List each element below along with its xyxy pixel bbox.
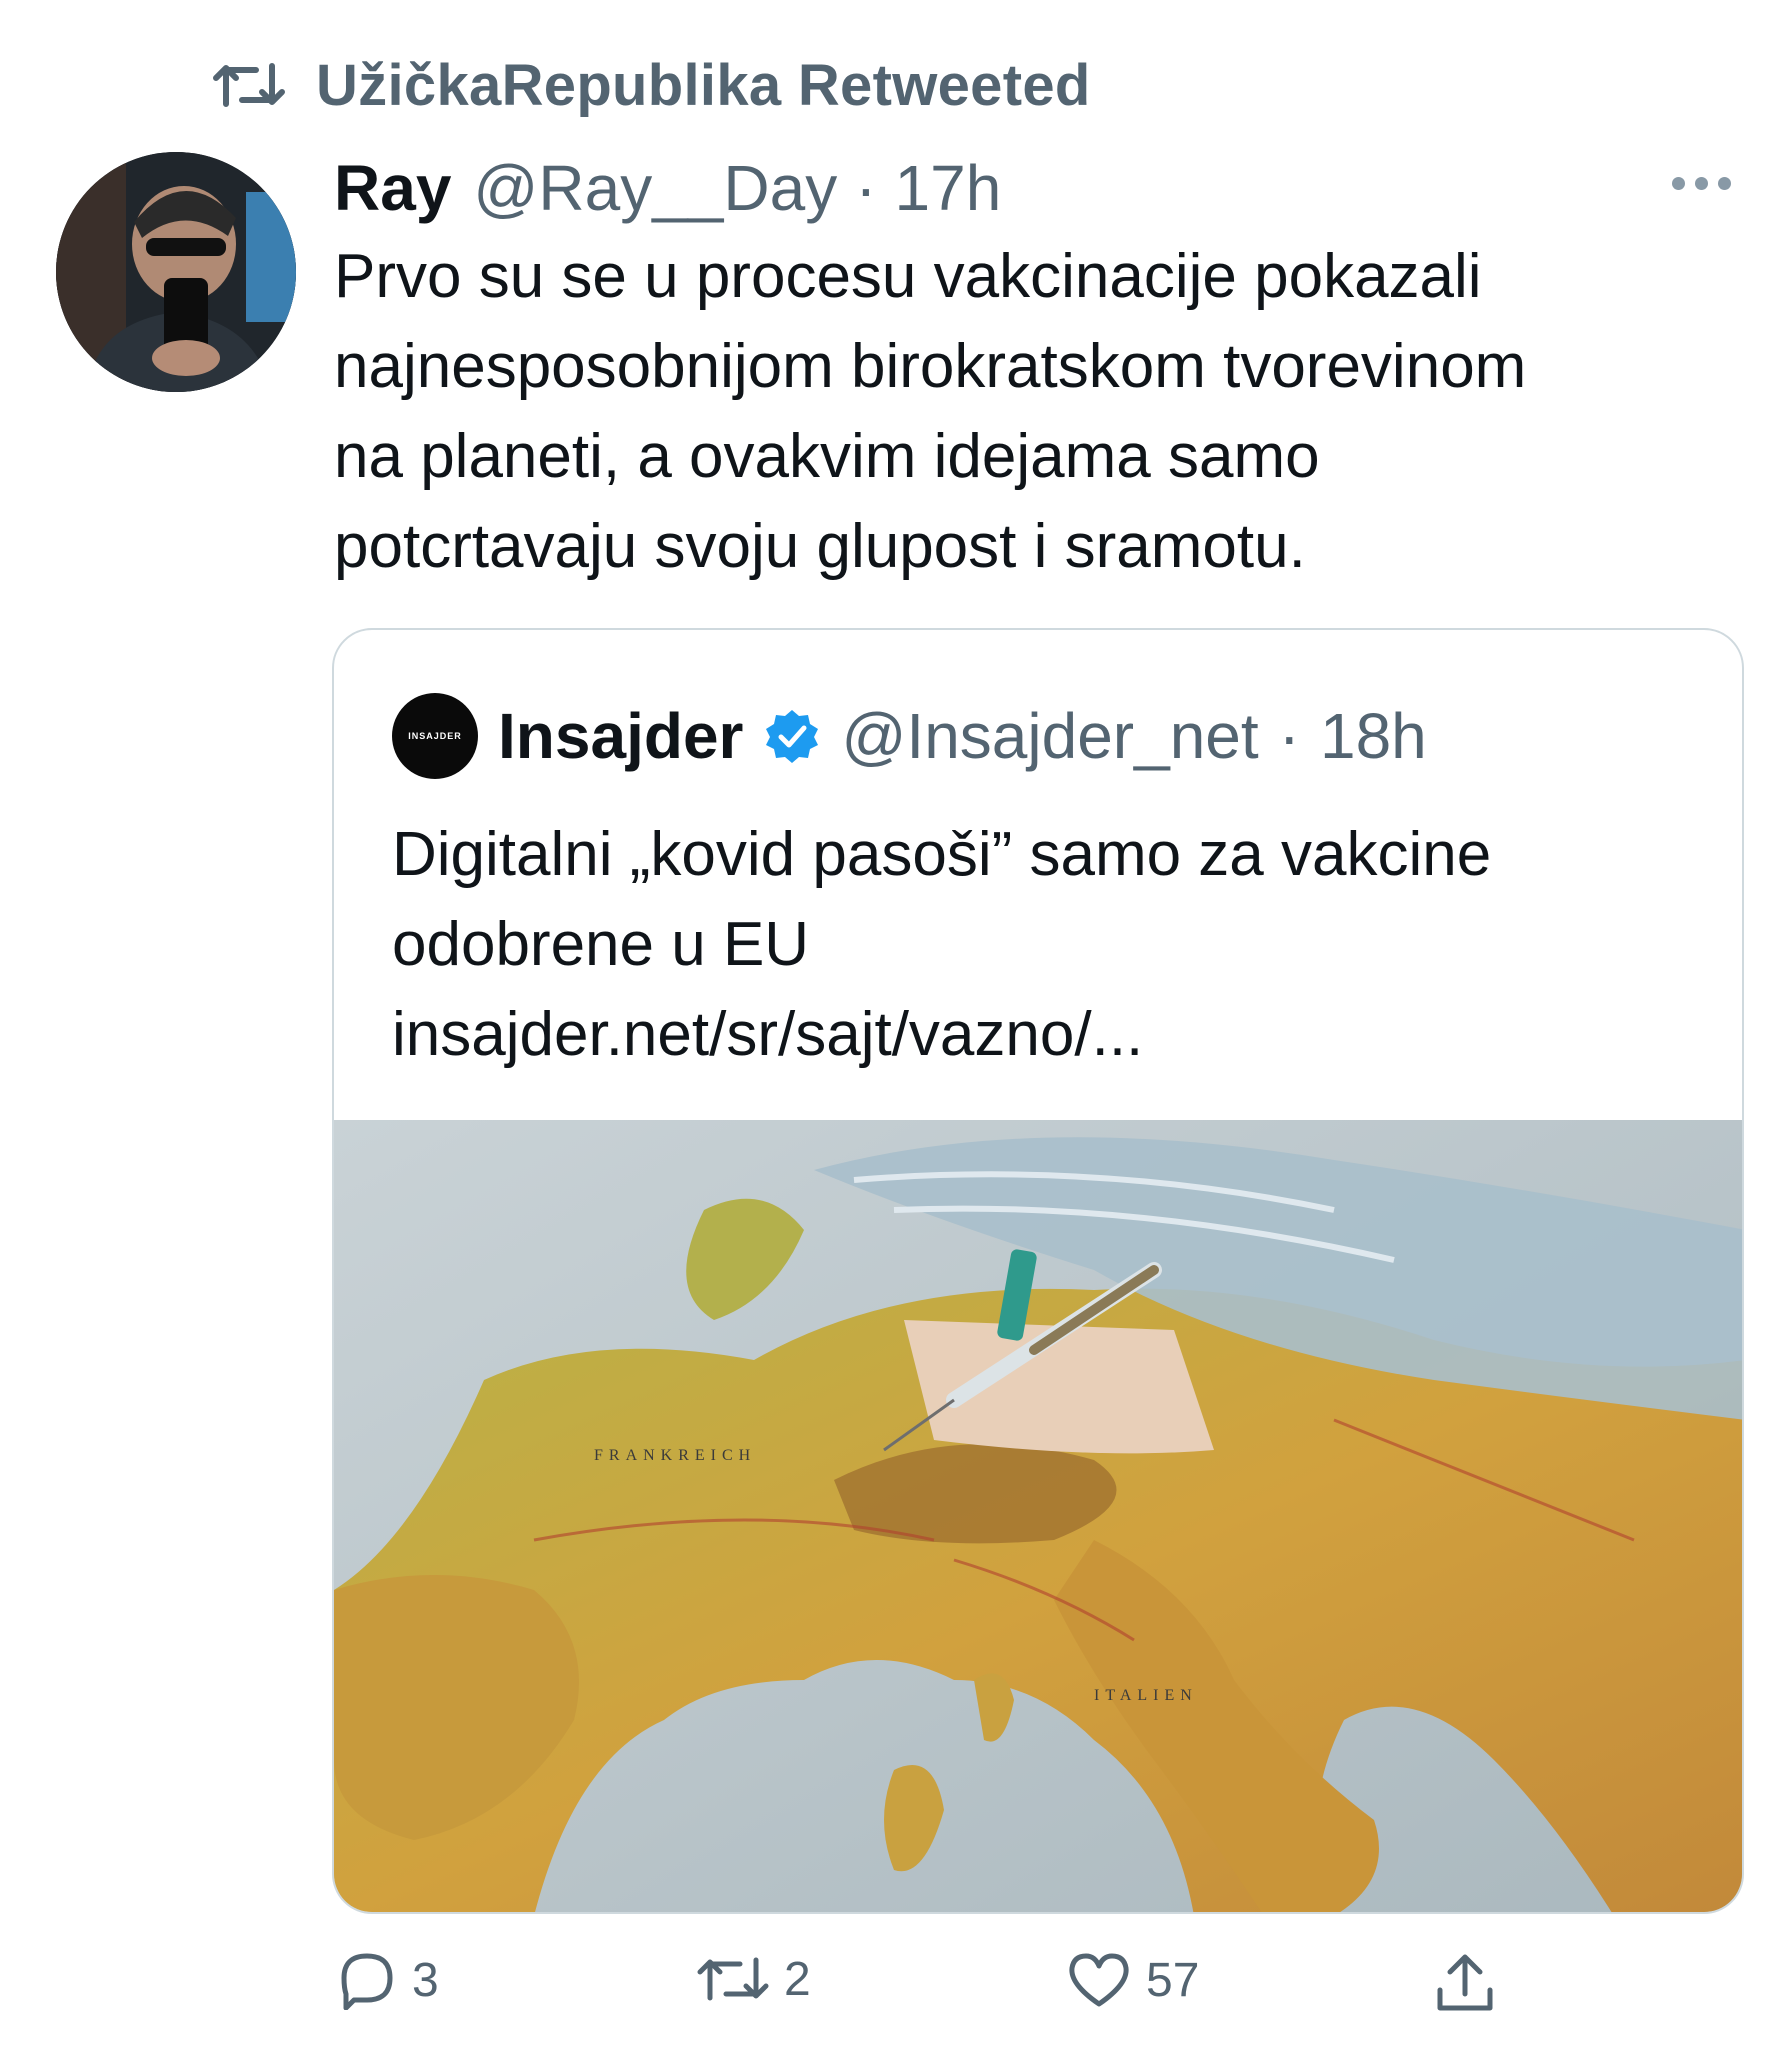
tweet-header: Ray @Ray__Day · 17h [334,148,1001,228]
tweet-text-line: potcrtavaju svoju glupost i sramotu. [334,512,1306,581]
quoted-text-line: Digitalni „kovid pasoši” samo za vakcine [392,820,1492,889]
tweet-text-line: na planeti, a ovakvim idejama samo [334,422,1320,491]
quoted-media-image[interactable]: FRANKREICH ITALIEN [334,1120,1742,1912]
author-name[interactable]: Ray [334,151,451,225]
quoted-timestamp[interactable]: 18h [1320,699,1427,773]
tweet-text-line: Prvo su se u procesu vakcinacije pokazal… [334,242,1482,311]
separator-dot: · [1278,700,1300,772]
action-bar: 3 2 57 [0,1950,1780,2030]
tweet-text-line: najnesposobnijom birokratskom tvorevinom [334,332,1527,401]
reply-button[interactable]: 3 [336,1950,439,2010]
author-handle[interactable]: @Ray__Day [473,151,837,225]
retweet-icon [697,1957,769,2001]
separator-dot: · [855,152,877,224]
share-button[interactable] [1432,1950,1498,2016]
quoted-avatar[interactable]: INSAJDER [392,693,478,779]
avatar[interactable] [56,152,296,392]
more-options-icon[interactable] [1672,168,1742,198]
retweet-label: UžičkaRepublika Retweeted [316,52,1091,118]
quoted-author-handle[interactable]: @Insajder_net [841,699,1258,773]
retweet-button[interactable]: 2 [696,1950,811,2008]
verified-badge-icon [766,710,819,763]
reply-count: 3 [412,1953,439,2007]
quoted-author-name[interactable]: Insajder [498,699,743,773]
retweet-icon [213,63,285,107]
reply-icon [341,1953,393,2010]
share-icon [1437,1954,1493,2011]
tweet-timestamp[interactable]: 17h [895,151,1002,225]
quoted-link[interactable]: insajder.net/sr/sajt/vazno/... [392,990,1712,1080]
heart-icon [1069,1953,1129,2007]
retweet-context[interactable]: UžičkaRepublika Retweeted [212,50,1091,120]
quoted-text-line: odobrene u EU [392,910,810,979]
map-with-syringe-photo: FRANKREICH ITALIEN [334,1120,1742,1912]
svg-text:ITALIEN: ITALIEN [1094,1687,1198,1704]
quoted-avatar-logo: INSAJDER [408,731,462,741]
like-count: 57 [1146,1953,1200,2007]
quoted-tweet[interactable]: INSAJDER Insajder @Insajder_net · 18h Di… [332,628,1744,1914]
avatar-photo [56,152,296,392]
svg-text:FRANKREICH: FRANKREICH [594,1447,756,1464]
quoted-tweet-text: Digitalni „kovid pasoši” samo za vakcine… [392,810,1712,1080]
retweet-count: 2 [784,1952,811,2006]
quoted-tweet-header: INSAJDER Insajder @Insajder_net · 18h [392,686,1427,786]
like-button[interactable]: 57 [1066,1950,1199,2010]
tweet-text: Prvo su se u procesu vakcinacije pokazal… [334,232,1734,592]
